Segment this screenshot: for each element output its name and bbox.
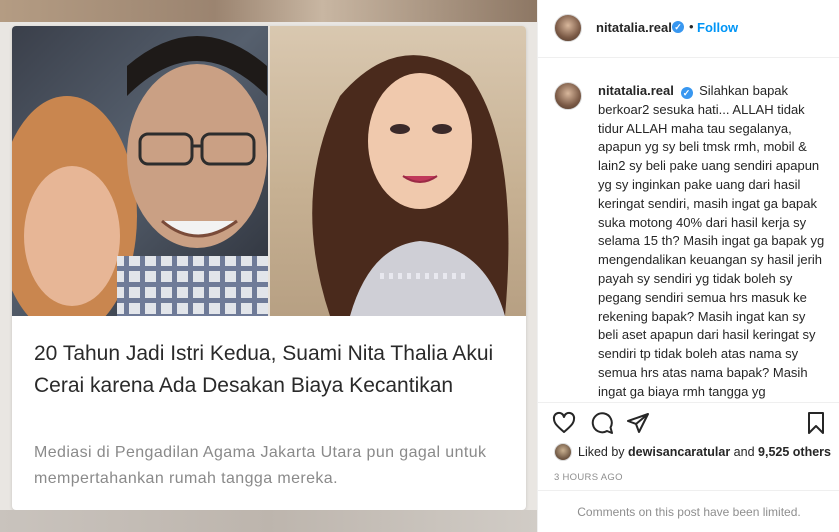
portrait-photo bbox=[270, 26, 526, 316]
comments-limited-notice: Comments on this post have been limited. bbox=[538, 490, 839, 532]
likes-row: Liked by dewisancaratular and 9,525 othe… bbox=[538, 440, 839, 464]
post-header: nitatalia.real ✓ • Follow bbox=[538, 0, 839, 58]
likes-text: Liked by dewisancaratular and 9,525 othe… bbox=[578, 445, 831, 459]
news-headline: 20 Tahun Jadi Istri Kedua, Suami Nita Th… bbox=[34, 342, 494, 397]
likes-count[interactable]: 9,525 others bbox=[758, 445, 831, 459]
profile-avatar[interactable] bbox=[554, 14, 582, 42]
portrait-illustration bbox=[312, 55, 509, 316]
post-media[interactable]: 20 Tahun Jadi Istri Kedua, Suami Nita Th… bbox=[0, 0, 537, 532]
heart-icon[interactable] bbox=[552, 411, 576, 435]
post-caption: nitatalia.real ✓ Silahkan bapak berkoar2… bbox=[598, 82, 828, 402]
couple-photo bbox=[12, 26, 270, 316]
bookmark-icon[interactable] bbox=[804, 411, 828, 435]
likes-joiner: and bbox=[733, 445, 755, 459]
post-sidebar: nitatalia.real ✓ • Follow nitatalia.real… bbox=[537, 0, 839, 532]
share-icon[interactable] bbox=[626, 411, 650, 435]
news-description: Mediasi di Pengadilan Agama Jakarta Utar… bbox=[34, 444, 487, 487]
media-top-strip bbox=[0, 0, 537, 22]
post-timestamp[interactable]: 3 HOURS AGO bbox=[554, 472, 623, 483]
caption-text: Silahkan bapak berkoar2 sesuka hati... A… bbox=[598, 83, 825, 399]
likes-prefix: Liked by bbox=[578, 445, 625, 459]
news-card: 20 Tahun Jadi Istri Kedua, Suami Nita Th… bbox=[12, 26, 526, 510]
couple-illustration bbox=[12, 36, 270, 316]
liker-username[interactable]: dewisancaratular bbox=[628, 445, 730, 459]
media-bottom-strip bbox=[0, 510, 537, 532]
news-photo bbox=[12, 26, 526, 316]
liker-avatar[interactable] bbox=[554, 443, 572, 461]
post-actions-bar bbox=[538, 402, 839, 440]
verified-badge-icon: ✓ bbox=[680, 87, 693, 99]
header-separator: • bbox=[689, 19, 694, 34]
verified-badge-icon: ✓ bbox=[672, 21, 684, 33]
comments-scroll-area[interactable]: nitatalia.real ✓ Silahkan bapak berkoar2… bbox=[538, 58, 839, 402]
header-username[interactable]: nitatalia.real bbox=[596, 20, 672, 35]
comment-icon[interactable] bbox=[590, 411, 614, 435]
caption-avatar[interactable] bbox=[554, 82, 582, 110]
caption-username[interactable]: nitatalia.real bbox=[598, 83, 674, 98]
follow-button[interactable]: Follow bbox=[697, 20, 738, 35]
